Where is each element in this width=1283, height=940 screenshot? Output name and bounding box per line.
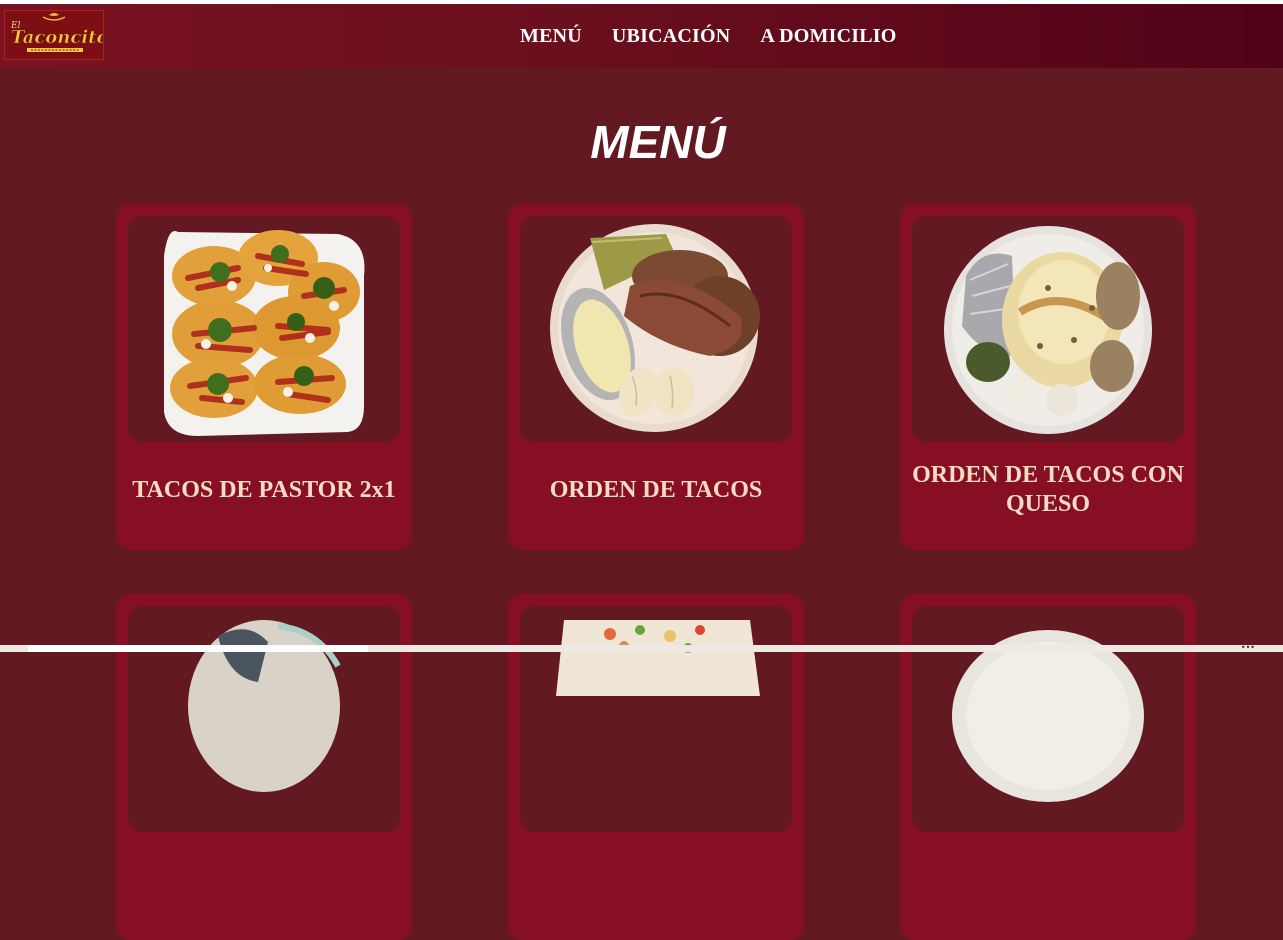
dish-photo bbox=[128, 606, 400, 832]
nav-link-ubicacion[interactable]: UBICACIÓN bbox=[612, 22, 730, 50]
more-icon[interactable]: ••• bbox=[1241, 643, 1255, 652]
menu-card-orden-tacos-queso[interactable]: ORDEN DE TACOS CON QUESO bbox=[900, 204, 1196, 550]
menu-item-title: TACOS DE PASTOR 2x1 bbox=[132, 476, 396, 503]
page-title: MENÚ bbox=[590, 116, 726, 168]
navbar: El Taconcito MENÚ UBICACIÓN A DOMICILIO bbox=[0, 4, 1283, 68]
nav-link-menu[interactable]: MENÚ bbox=[520, 22, 582, 50]
menu-card-orden-tacos[interactable]: ORDEN DE TACOS bbox=[508, 204, 804, 550]
dish-photo-orden-tacos bbox=[520, 216, 792, 442]
menu-item-title: ORDEN DE TACOS CON QUESO bbox=[912, 462, 1184, 517]
bottom-bar-segment bbox=[28, 645, 368, 652]
logo-wordmark: Taconcito bbox=[11, 27, 103, 48]
dish-photo-orden-tacos-queso bbox=[912, 216, 1184, 442]
menu-item-title: ORDEN DE TACOS bbox=[549, 476, 763, 503]
main-nav: MENÚ UBICACIÓN A DOMICILIO bbox=[520, 22, 897, 50]
nav-link-domicilio[interactable]: A DOMICILIO bbox=[760, 22, 896, 50]
dish-photo-tacos-pastor bbox=[128, 216, 400, 442]
brand-logo[interactable]: El Taconcito bbox=[4, 10, 104, 60]
menu-card-tacos-pastor[interactable]: TACOS DE PASTOR 2x1 bbox=[116, 204, 412, 550]
dish-photo bbox=[520, 606, 792, 832]
browser-bottom-bar: ••• bbox=[0, 643, 1283, 652]
dish-photo bbox=[912, 606, 1184, 832]
